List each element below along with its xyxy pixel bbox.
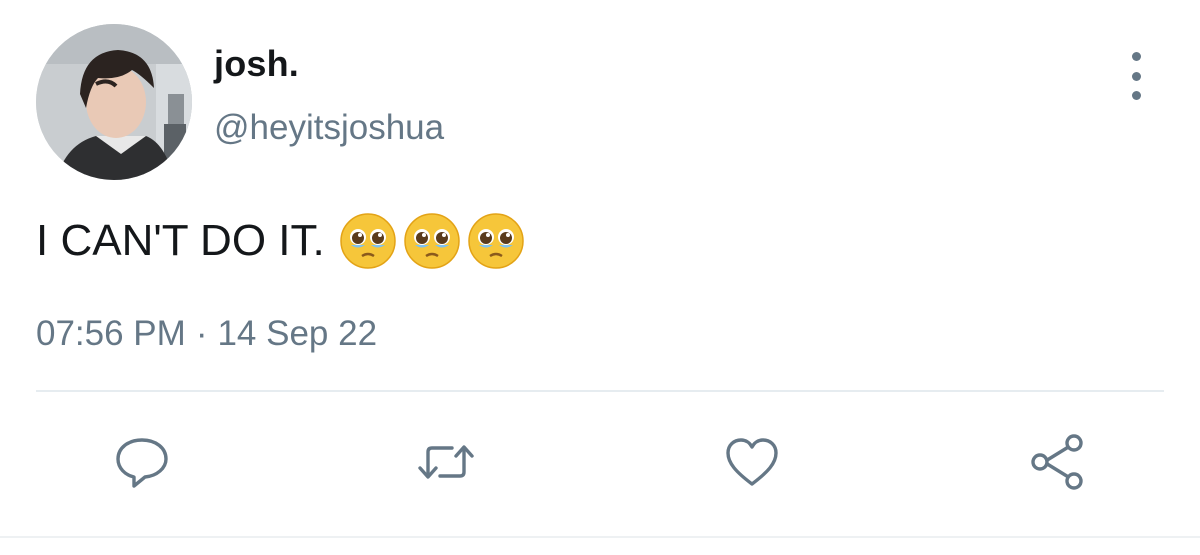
tweet-date: 14 Sep 22: [217, 314, 378, 353]
speech-bubble-icon: [116, 438, 168, 488]
action-bar: [0, 430, 1200, 494]
share-button[interactable]: [1026, 430, 1090, 494]
emoji-group: [339, 212, 525, 270]
display-name[interactable]: josh.: [214, 42, 299, 86]
more-options-icon[interactable]: [1116, 52, 1156, 100]
divider: [36, 390, 1164, 392]
like-button[interactable]: [720, 430, 784, 494]
tweet-text-row: I CAN'T DO IT.: [36, 212, 525, 270]
timestamp[interactable]: 07:56 PM · 14 Sep 22: [36, 312, 377, 356]
tweet-time: 07:56 PM: [36, 314, 186, 353]
pleading-face-emoji-icon: [467, 212, 525, 270]
share-icon: [1031, 434, 1083, 490]
user-handle[interactable]: @heyitsjoshua: [214, 106, 444, 150]
retweet-icon: [418, 445, 474, 479]
reply-button[interactable]: [110, 430, 174, 494]
bottom-border: [0, 536, 1200, 538]
dot: [1131, 52, 1141, 61]
tweet-card: josh. @heyitsjoshua I CAN'T DO IT. 07:56…: [0, 0, 1200, 555]
dot: [1131, 71, 1141, 81]
heart-icon: [726, 438, 778, 486]
pleading-face-emoji-icon: [339, 212, 397, 270]
dot: [1131, 91, 1141, 100]
avatar[interactable]: [36, 24, 192, 180]
tweet-text: I CAN'T DO IT.: [36, 216, 325, 265]
separator: ·: [195, 314, 208, 353]
pleading-face-emoji-icon: [403, 212, 461, 270]
retweet-button[interactable]: [414, 430, 478, 494]
